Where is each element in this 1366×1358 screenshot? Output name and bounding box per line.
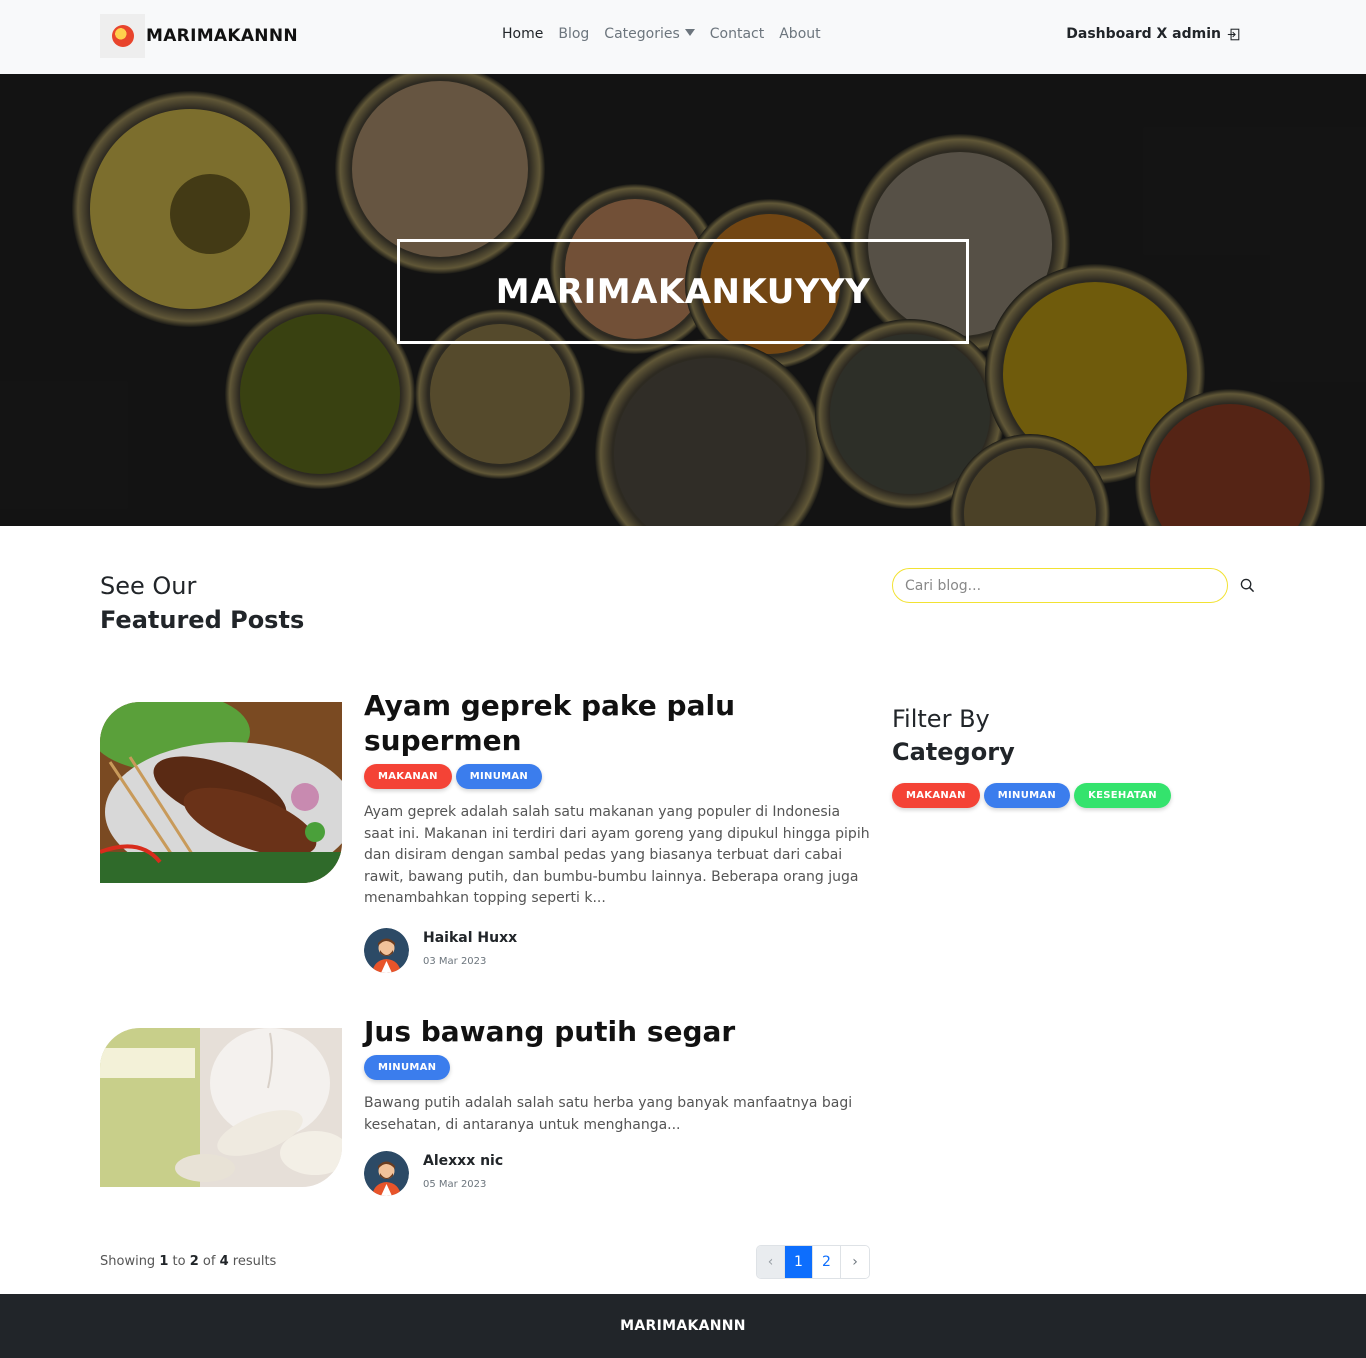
category-filter-list: MAKANAN MINUMAN KESEHATAN <box>892 783 1175 808</box>
post-date: 05 Mar 2023 <box>423 1179 487 1191</box>
search-input[interactable] <box>892 568 1228 603</box>
tag-minuman[interactable]: MINUMAN <box>364 1055 451 1080</box>
post-thumbnail[interactable] <box>100 1028 342 1187</box>
nav-links: Home Blog Categories Contact About <box>502 26 836 42</box>
category-filter-makanan[interactable]: MAKANAN <box>892 783 980 808</box>
section-heading-light: See Our <box>100 572 197 600</box>
pagination: ‹ 1 2 › <box>756 1245 870 1279</box>
navbar: MARIMAKANNN Home Blog Categories Contact… <box>0 0 1366 74</box>
results-to: 2 <box>189 1254 199 1269</box>
nav-link-home[interactable]: Home <box>502 26 543 42</box>
results-from: 1 <box>159 1254 169 1269</box>
results-word: results <box>232 1254 277 1269</box>
caret-down-icon <box>684 29 695 36</box>
nav-link-blog[interactable]: Blog <box>558 26 589 42</box>
nav-link-categories-label: Categories <box>604 26 680 42</box>
search-icon <box>1240 578 1254 592</box>
of-word: of <box>202 1254 216 1269</box>
filter-heading-light: Filter By <box>892 705 990 733</box>
hero-banner: MARIMAKANKUYYY <box>0 74 1366 526</box>
filter-heading-bold: Category <box>892 738 1015 766</box>
pagination-next-button[interactable]: › <box>841 1246 869 1278</box>
post-tags: MAKANAN MINUMAN <box>364 764 870 789</box>
author-name: Haikal Huxx <box>423 929 518 946</box>
nav-link-categories[interactable]: Categories <box>604 26 695 42</box>
section-heading-bold: Featured Posts <box>100 606 305 634</box>
pagination-prev-button[interactable]: ‹ <box>757 1246 785 1278</box>
hero-title-box: MARIMAKANKUYYY <box>397 239 969 344</box>
nav-link-contact[interactable]: Contact <box>710 26 764 42</box>
category-filter-kesehatan[interactable]: KESEHATAN <box>1074 783 1171 808</box>
to-word: to <box>172 1254 186 1269</box>
footer: MARIMAKANNN <box>0 1294 1366 1358</box>
avatar <box>364 927 409 973</box>
showing-prefix: Showing <box>100 1254 156 1269</box>
user-dashboard-label: Dashboard X admin <box>1066 26 1221 42</box>
category-filter-minuman[interactable]: MINUMAN <box>983 783 1071 808</box>
tag-minuman[interactable]: MINUMAN <box>455 764 543 789</box>
brand-name: MARIMAKANNN <box>146 26 298 46</box>
pagination-page-2[interactable]: 2 <box>813 1246 841 1278</box>
post-title[interactable]: Ayam geprek pake palu supermen <box>364 688 870 758</box>
food-logo-icon <box>100 14 145 58</box>
user-dashboard-link[interactable]: Dashboard X admin <box>1066 26 1240 42</box>
pagination-page-1[interactable]: 1 <box>785 1246 813 1278</box>
post-body: Ayam geprek pake palu supermen MAKANAN M… <box>364 688 870 974</box>
hero-title: MARIMAKANKUYYY <box>495 271 871 312</box>
post-tags: MINUMAN <box>364 1055 870 1080</box>
logout-icon <box>1227 28 1240 40</box>
post-excerpt: Ayam geprek adalah salah satu makanan ya… <box>364 804 870 907</box>
post-title[interactable]: Jus bawang putih segar <box>364 1014 870 1049</box>
post-author: Haikal Huxx 03 Mar 2023 <box>364 927 870 974</box>
post-date: 03 Mar 2023 <box>423 955 487 967</box>
search-button[interactable] <box>1236 574 1258 596</box>
footer-brand: MARIMAKANNN <box>620 1318 746 1334</box>
post-author: Alexxx nic 05 Mar 2023 <box>364 1151 870 1197</box>
results-total: 4 <box>219 1254 229 1269</box>
avatar <box>364 1151 409 1197</box>
post-excerpt: Bawang putih adalah salah satu herba yan… <box>364 1095 853 1133</box>
post-thumbnail[interactable] <box>100 702 342 883</box>
brand[interactable]: MARIMAKANNN <box>100 14 298 58</box>
author-name: Alexxx nic <box>423 1153 504 1170</box>
nav-link-about[interactable]: About <box>779 26 820 42</box>
tag-makanan[interactable]: MAKANAN <box>364 764 452 789</box>
results-summary: Showing 1 to 2 of 4 results <box>100 1254 276 1269</box>
post-body: Jus bawang putih segar MINUMAN Bawang pu… <box>364 1014 870 1197</box>
